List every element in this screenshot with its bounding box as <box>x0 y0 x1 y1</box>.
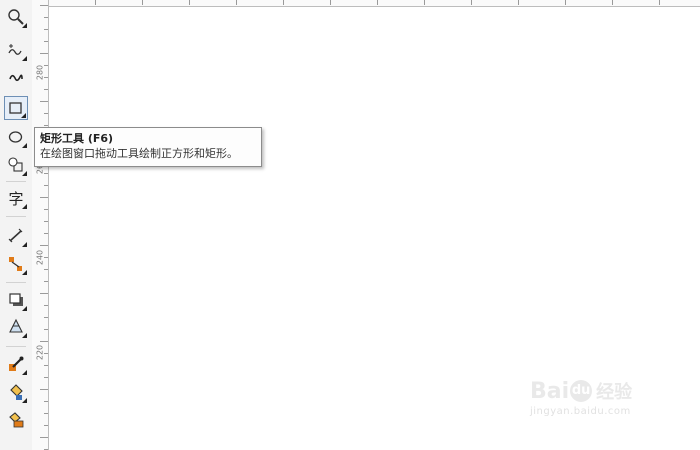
fill-tool-button[interactable] <box>4 380 28 404</box>
ruler-tick <box>471 0 472 5</box>
flyout-indicator <box>22 333 27 338</box>
tooltip-title: 矩形工具 (F6) <box>40 132 114 145</box>
ruler-tick <box>40 5 48 6</box>
ruler-tick <box>142 0 143 5</box>
ruler-tick <box>283 0 284 5</box>
ruler-tick <box>44 329 48 330</box>
watermark-url: jingyan.baidu.com <box>530 406 631 417</box>
ruler-tick <box>659 0 660 5</box>
smart-draw-tool-button[interactable] <box>4 66 28 90</box>
ruler-tick <box>40 389 48 390</box>
ruler-tick <box>44 17 48 18</box>
toolbox: 字 <box>0 0 33 450</box>
ruler-tick <box>95 0 96 5</box>
ruler-tick <box>44 233 48 234</box>
vertical-ruler[interactable]: 280 260 240 220 <box>32 0 49 450</box>
flyout-indicator <box>22 23 27 28</box>
tooltip: 矩形工具 (F6) 在绘图窗口拖动工具绘制正方形和矩形。 <box>34 127 262 167</box>
flyout-indicator <box>22 56 27 61</box>
polygon-tool-button[interactable] <box>4 153 28 177</box>
ruler-tick <box>44 29 48 30</box>
ruler-tick <box>44 113 48 114</box>
ruler-tick <box>44 425 48 426</box>
ruler-tick <box>40 341 48 342</box>
ruler-tick <box>236 0 237 5</box>
ruler-tick <box>40 245 48 246</box>
rectangle-tool-button[interactable] <box>4 96 28 120</box>
flyout-indicator <box>22 171 27 176</box>
freehand-tool-button[interactable] <box>4 38 28 62</box>
ruler-tick <box>44 377 48 378</box>
ruler-tick <box>40 293 48 294</box>
ruler-tick <box>40 53 48 54</box>
ruler-tick <box>518 0 519 5</box>
watermark-brand-suffix: 经验 <box>596 382 633 403</box>
ruler-tick <box>44 41 48 42</box>
ruler-tick <box>44 401 48 402</box>
ruler-tick <box>44 173 48 174</box>
ruler-tick <box>612 0 613 5</box>
ruler-tick <box>44 89 48 90</box>
ruler-tick <box>377 0 378 5</box>
eyedropper-tool-button[interactable] <box>4 352 28 376</box>
flyout-indicator <box>21 113 26 118</box>
ruler-tick <box>189 0 190 5</box>
zoom-tool-button[interactable] <box>4 5 28 29</box>
text-tool-button[interactable]: 字 <box>4 186 28 210</box>
ellipse-tool-button[interactable] <box>4 125 28 149</box>
ruler-tick <box>40 101 48 102</box>
ruler-tick <box>44 281 48 282</box>
ruler-tick <box>44 305 48 306</box>
drop-shadow-tool-button[interactable] <box>4 288 28 312</box>
connector-tool-button[interactable] <box>4 252 28 276</box>
dimension-tool-button[interactable] <box>4 224 28 248</box>
ruler-tick <box>424 0 425 5</box>
ruler-tick <box>44 365 48 366</box>
flyout-indicator <box>22 370 27 375</box>
smart-draw-icon <box>9 74 23 82</box>
ruler-tick <box>330 0 331 5</box>
ruler-tick <box>40 197 48 198</box>
flyout-indicator <box>22 270 27 275</box>
horizontal-ruler[interactable] <box>48 0 700 7</box>
ruler-tick <box>40 437 48 438</box>
flyout-indicator <box>22 143 27 148</box>
ruler-tick <box>44 257 48 258</box>
transparency-tool-button[interactable] <box>4 315 28 339</box>
ruler-label: 280 <box>35 64 45 81</box>
watermark: Bai du 经验 jingyan.baidu.com <box>530 378 660 434</box>
ruler-tick <box>44 65 48 66</box>
ruler-tick <box>44 221 48 222</box>
ruler-tick <box>565 0 566 5</box>
paw-icon: du <box>570 380 593 402</box>
ruler-tick <box>44 353 48 354</box>
flyout-indicator <box>22 204 27 209</box>
flyout-indicator <box>22 398 27 403</box>
ruler-tick <box>44 413 48 414</box>
watermark-logo: Bai du 经验 <box>530 378 660 404</box>
flyout-indicator <box>22 306 27 311</box>
ruler-tick <box>44 317 48 318</box>
ruler-tick <box>44 125 48 126</box>
tooltip-description: 在绘图窗口拖动工具绘制正方形和矩形。 <box>40 147 238 160</box>
watermark-brand: Bai <box>530 378 570 404</box>
ruler-tick <box>44 77 48 78</box>
ruler-tick <box>44 185 48 186</box>
ruler-tick <box>44 209 48 210</box>
flyout-indicator <box>22 242 27 247</box>
ruler-tick <box>44 269 48 270</box>
interactive-fill-icon <box>9 412 24 428</box>
interactive-fill-tool-button[interactable] <box>4 408 28 432</box>
